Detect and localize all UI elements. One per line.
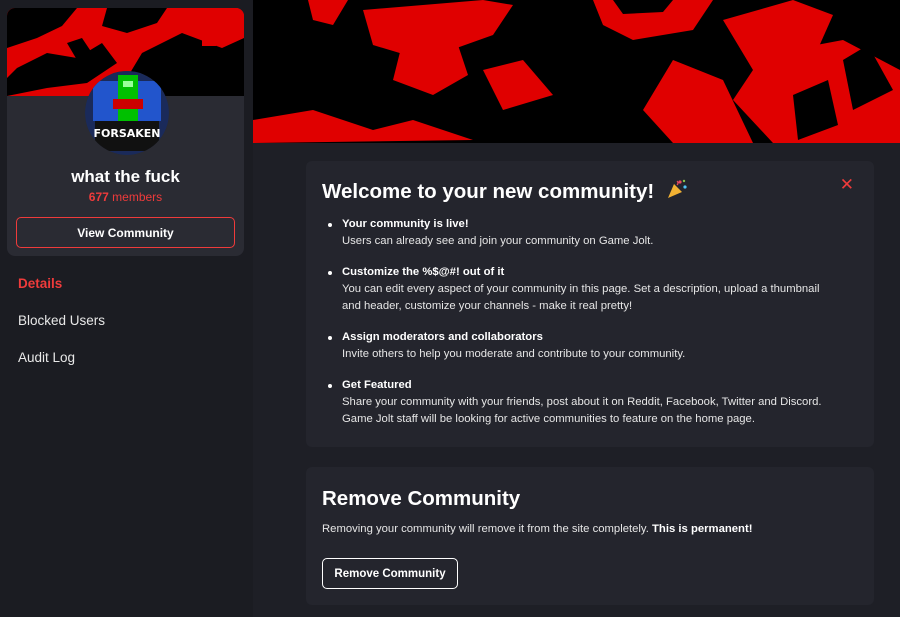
close-icon[interactable]: ✕ xyxy=(840,175,854,195)
nav-item-blocked-users[interactable]: Blocked Users xyxy=(18,312,105,349)
remove-community-title: Remove Community xyxy=(322,487,521,510)
settings-nav: Details Blocked Users Audit Log xyxy=(18,275,105,386)
list-item: Your community is live! Users can alread… xyxy=(328,216,832,250)
member-count-number: 677 xyxy=(88,190,109,204)
banner-art xyxy=(253,0,900,143)
remove-warning-text: This is permanent! xyxy=(652,523,753,535)
community-banner xyxy=(253,0,900,143)
tip-description: Invite others to help you moderate and c… xyxy=(342,348,686,360)
nav-item-details[interactable]: Details xyxy=(18,275,105,312)
member-count: 677 members xyxy=(7,190,244,204)
sidebar: FORSAKEN what the fuck 677 members View … xyxy=(0,0,253,617)
welcome-panel: Welcome to your new community! ✕ Your co… xyxy=(306,161,874,447)
tip-title: Get Featured xyxy=(342,379,412,391)
remove-community-button[interactable]: Remove Community xyxy=(322,558,458,589)
community-name: what the fuck xyxy=(71,167,180,186)
remove-community-panel: Remove Community Removing your community… xyxy=(306,467,874,605)
tip-title: Customize the %$@#! out of it xyxy=(342,266,505,278)
app-root: FORSAKEN what the fuck 677 members View … xyxy=(0,0,900,617)
tip-title: Your community is live! xyxy=(342,218,469,230)
tip-description: Users can already see and join your comm… xyxy=(342,235,654,247)
tip-description: You can edit every aspect of your commun… xyxy=(342,283,820,312)
member-count-label: members xyxy=(112,190,163,204)
welcome-title-text: Welcome to your new community! xyxy=(322,180,655,203)
tip-title: Assign moderators and collaborators xyxy=(342,331,543,343)
remove-description-text: Removing your community will remove it f… xyxy=(322,523,649,535)
remove-community-description: Removing your community will remove it f… xyxy=(322,523,752,535)
list-item: Customize the %$@#! out of it You can ed… xyxy=(328,264,832,315)
avatar-text: FORSAKEN xyxy=(93,127,160,140)
welcome-tips-list: Your community is live! Users can alread… xyxy=(328,216,832,442)
list-item: Assign moderators and collaborators Invi… xyxy=(328,329,832,363)
community-card: FORSAKEN what the fuck 677 members View … xyxy=(7,8,244,256)
nav-item-audit-log[interactable]: Audit Log xyxy=(18,349,105,386)
welcome-title: Welcome to your new community! xyxy=(322,178,688,206)
view-community-button[interactable]: View Community xyxy=(16,217,235,248)
party-popper-icon xyxy=(666,178,688,206)
avatar-art: FORSAKEN xyxy=(85,71,169,155)
list-item: Get Featured Share your community with y… xyxy=(328,377,832,428)
community-avatar[interactable]: FORSAKEN xyxy=(85,71,169,155)
tip-description: Share your community with your friends, … xyxy=(342,396,822,425)
